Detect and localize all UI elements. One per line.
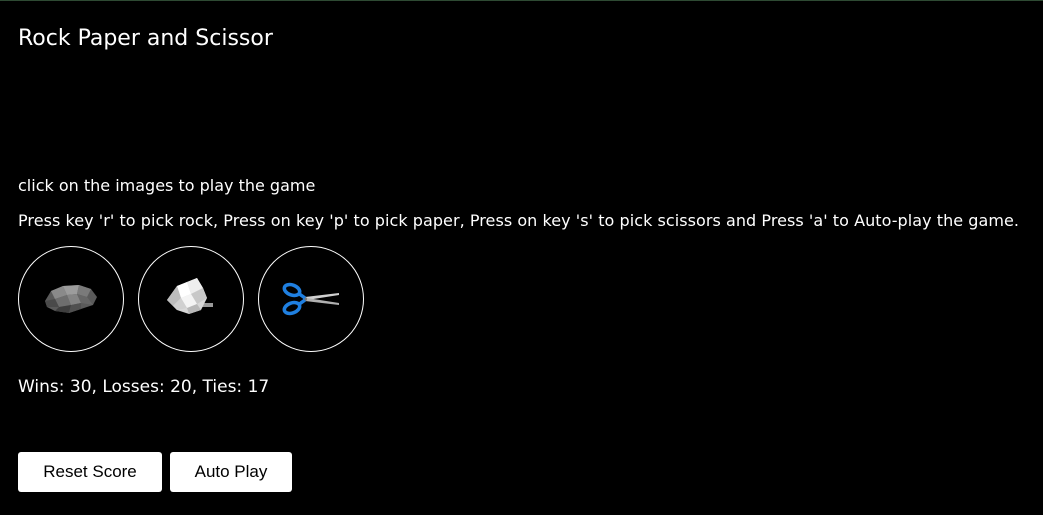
action-buttons: Reset Score Auto Play — [18, 452, 292, 492]
page-title: Rock Paper and Scissor — [18, 26, 273, 51]
scissors-icon — [282, 282, 339, 316]
rock-button[interactable] — [18, 246, 124, 352]
instruction-click: click on the images to play the game — [18, 176, 316, 195]
scissors-button[interactable] — [258, 246, 364, 352]
score-display: Wins: 30, Losses: 20, Ties: 17 — [18, 377, 270, 397]
instruction-keys: Press key 'r' to pick rock, Press on key… — [18, 211, 1020, 230]
paper-icon — [167, 278, 213, 314]
choice-buttons — [18, 246, 364, 352]
paper-button[interactable] — [138, 246, 244, 352]
reset-score-button[interactable]: Reset Score — [18, 452, 162, 492]
rock-icon — [45, 285, 97, 313]
auto-play-button[interactable]: Auto Play — [170, 452, 292, 492]
